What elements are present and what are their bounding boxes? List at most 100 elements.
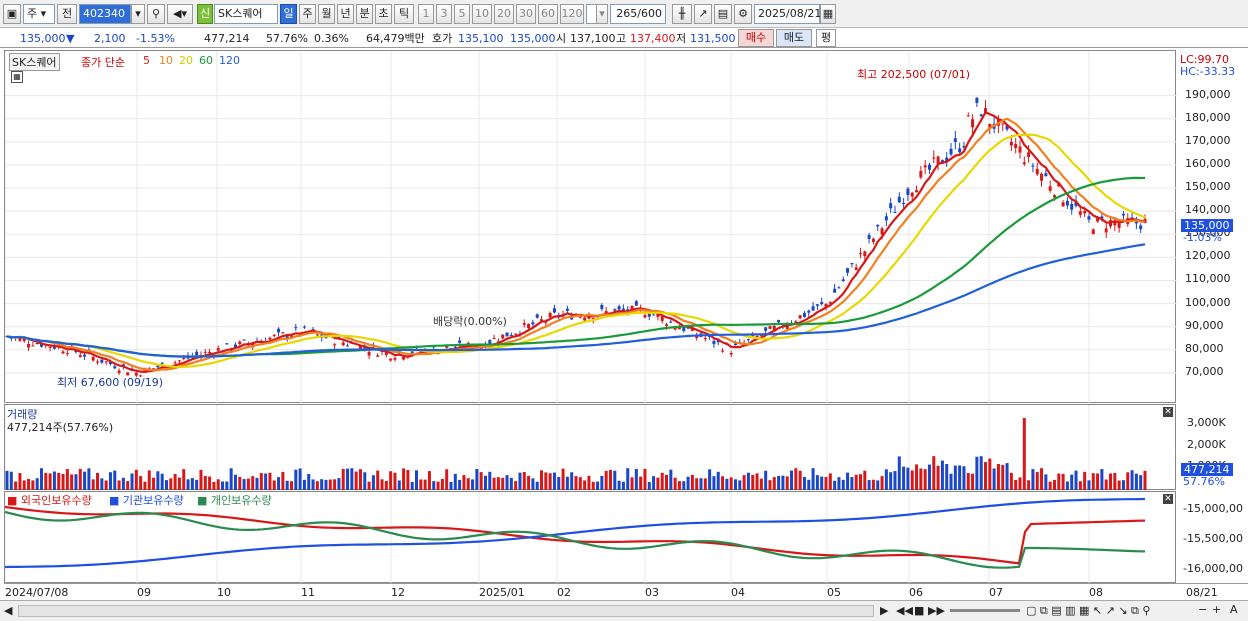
all-button[interactable]: 전 [57, 4, 77, 24]
close-volume-icon[interactable]: ✕ [1163, 407, 1173, 417]
candle-body [238, 341, 242, 345]
stock-name-tag[interactable]: SK스퀘어 [9, 53, 60, 71]
candle-body [501, 334, 505, 339]
volume-bar [186, 479, 190, 490]
price-tick-label: 150,000 [1185, 180, 1231, 194]
tool-icons[interactable]: ▢ ⧉ ▤ ▥ ▦ ↖ ↗ ↘ ⧉ ⚲ [1026, 604, 1150, 618]
window-icon[interactable]: ▣ [3, 4, 21, 24]
zoom-out-icon[interactable]: − [1198, 603, 1207, 616]
quote-ask: 135,000 [510, 32, 556, 45]
volume-bar [557, 476, 561, 490]
period-second-button[interactable]: 초 [375, 4, 392, 24]
volume-bar [1100, 469, 1104, 490]
volume-pane[interactable]: 거래량 477,214주(57.76%) ✕ [4, 404, 1176, 491]
volume-bar [932, 456, 936, 490]
num-60-button[interactable]: 60 [538, 4, 558, 24]
volume-bar [1134, 473, 1138, 490]
gear-icon[interactable]: ⚙ [734, 4, 752, 24]
period-minute-button[interactable]: 분 [356, 4, 373, 24]
volume-bar [427, 471, 431, 490]
volume-bar [1022, 418, 1026, 490]
num-3-button[interactable]: 3 [436, 4, 452, 24]
volume-bar [703, 478, 707, 490]
stock-code-input[interactable]: 402340 [79, 4, 131, 24]
num-20-button[interactable]: 20 [494, 4, 514, 24]
calendar-icon[interactable]: ▦ [820, 4, 836, 24]
num-10-button[interactable]: 10 [472, 4, 492, 24]
x-tick-label: 04 [731, 586, 745, 599]
num-30-button[interactable]: 30 [516, 4, 536, 24]
volume-bar [893, 471, 897, 490]
volume-bar [57, 472, 61, 490]
holding-pane[interactable]: ■ 외국인보유수량 ■ 기관보유수량 ■ 개인보유수량 ✕ [4, 491, 1176, 584]
num-1-button[interactable]: 1 [418, 4, 434, 24]
volume-bar [104, 480, 108, 490]
volume-bar [341, 468, 345, 490]
num-5-button[interactable]: 5 [454, 4, 470, 24]
rewind-icon[interactable]: ◀◀ [896, 604, 913, 617]
volume-bar [940, 460, 944, 490]
low-annotation: 최저 67,600 (09/19) [57, 376, 164, 389]
custom-period-dropdown-icon[interactable]: ▾ [596, 4, 608, 24]
zoom-slider[interactable] [950, 609, 1020, 612]
candle-body [979, 114, 983, 117]
stop-icon[interactable]: ■ [914, 604, 924, 617]
scroll-right-icon[interactable]: ▶ [880, 604, 888, 617]
volume-bar [130, 473, 134, 490]
volume-bar [677, 481, 681, 490]
volume-bar [790, 470, 794, 490]
code-dropdown-icon[interactable]: ▾ [131, 4, 145, 24]
volume-bar [729, 477, 733, 490]
volume-bar [182, 469, 186, 490]
search-icon[interactable]: ⚲ [147, 4, 165, 24]
line-tool-icon[interactable]: ↗ [694, 4, 712, 24]
stock-name-field[interactable]: SK스퀘어 [214, 4, 278, 24]
scrollbar-track[interactable] [18, 605, 874, 617]
volume-bar [992, 468, 996, 490]
candle-icon[interactable]: ╫ [672, 4, 692, 24]
price-tick-label: 80,000 [1185, 341, 1224, 355]
num-120-button[interactable]: 120 [560, 4, 584, 24]
scroll-left-icon[interactable]: ◀ [4, 604, 12, 617]
volume-bar [1121, 480, 1125, 490]
close-holding-icon[interactable]: ✕ [1163, 494, 1173, 504]
period-month-button[interactable]: 월 [318, 4, 335, 24]
grid-icon[interactable]: ▦ [11, 71, 23, 83]
volume-bar [221, 481, 225, 490]
type-select[interactable]: 주 ▾ [23, 4, 55, 24]
buy-button[interactable]: 매수 [738, 29, 774, 47]
volume-bar [1104, 479, 1108, 490]
institution-legend: ■ 기관보유수량 [109, 494, 184, 507]
hold-tick-3: -16,000,00 [1183, 562, 1243, 575]
zoom-in-icon[interactable]: + [1212, 603, 1221, 616]
volume-bar [574, 476, 578, 490]
sell-button[interactable]: 매도 [776, 29, 812, 47]
period-day-button[interactable]: 일 [280, 4, 297, 24]
period-week-button[interactable]: 주 [299, 4, 316, 24]
volume-bar [565, 476, 569, 490]
forward-icon[interactable]: ▶▶ [928, 604, 945, 617]
speaker-icon[interactable]: ◀▾ [167, 4, 193, 24]
price-pane[interactable]: SK스퀘어 종가 단순 5 10 20 60 120 ▦ 최고 202,500 … [4, 50, 1177, 404]
font-icon[interactable]: A [1230, 603, 1238, 616]
candle-body [346, 345, 350, 347]
save-icon[interactable]: ▤ [714, 4, 732, 24]
volume-bar [1139, 475, 1143, 490]
quote-bid: 135,100 [458, 32, 504, 45]
count-value: 265 [616, 7, 638, 20]
avg-button[interactable]: 평 [816, 29, 836, 47]
new-badge: 신 [197, 4, 213, 24]
individual-legend-text: 개인보유수량 [210, 494, 272, 507]
count-input[interactable]: 265/600 [610, 4, 666, 24]
volume-bar [272, 480, 276, 490]
volume-bar [958, 465, 962, 490]
volume-bar [1052, 479, 1056, 490]
price-tick-label: 170,000 [1185, 133, 1231, 147]
date-input[interactable]: 2025/08/21 [754, 4, 821, 24]
period-tick-button[interactable]: 틱 [394, 4, 414, 24]
candle-body [897, 196, 901, 203]
period-year-button[interactable]: 년 [337, 4, 354, 24]
volume-bar [833, 480, 837, 490]
volume-bar [996, 464, 1000, 490]
candle-body [1035, 168, 1039, 175]
